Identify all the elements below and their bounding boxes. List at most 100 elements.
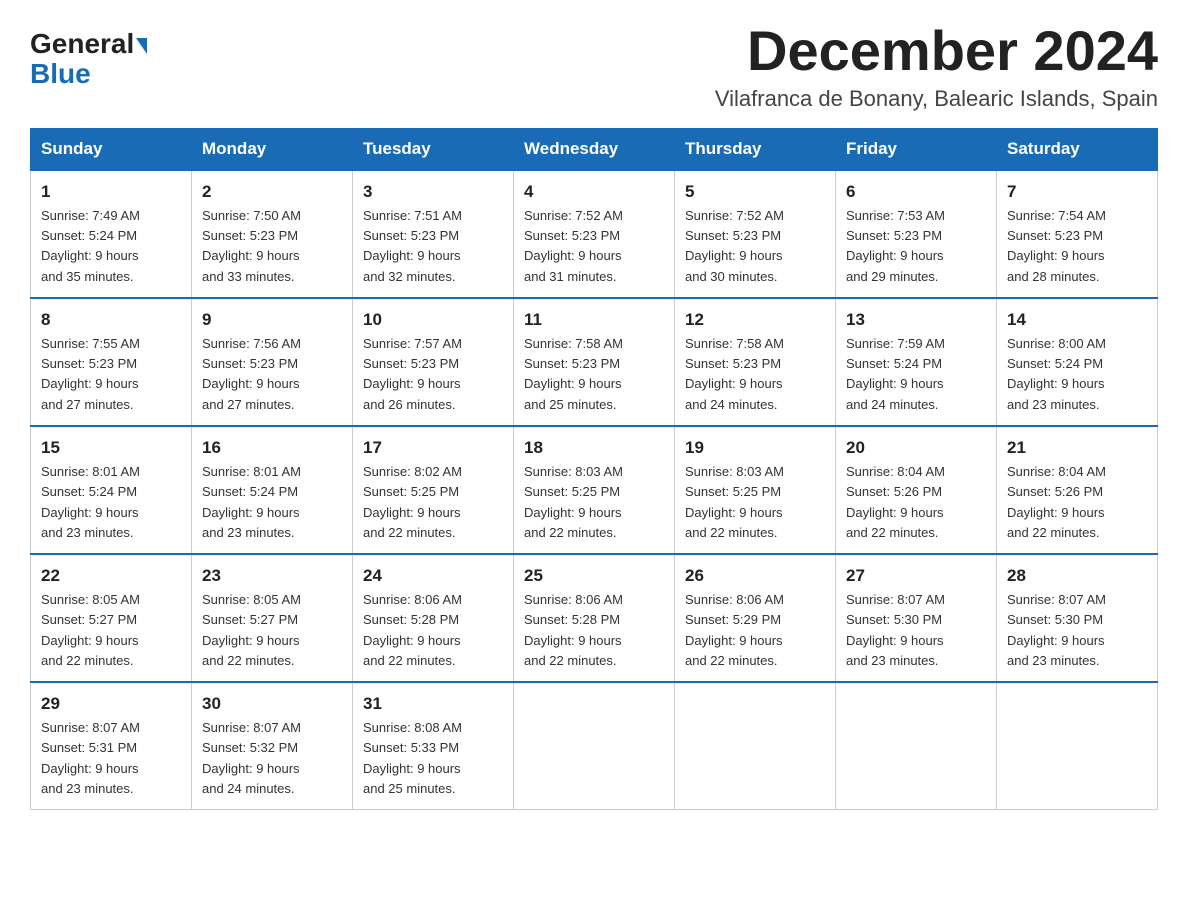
day-info: Sunrise: 8:07 AM Sunset: 5:30 PM Dayligh… [846,590,986,671]
day-info: Sunrise: 7:56 AM Sunset: 5:23 PM Dayligh… [202,334,342,415]
day-info: Sunrise: 8:06 AM Sunset: 5:28 PM Dayligh… [363,590,503,671]
calendar-cell: 30 Sunrise: 8:07 AM Sunset: 5:32 PM Dayl… [192,682,353,810]
day-number: 1 [41,179,181,205]
calendar-cell: 14 Sunrise: 8:00 AM Sunset: 5:24 PM Dayl… [997,298,1158,426]
calendar-cell: 25 Sunrise: 8:06 AM Sunset: 5:28 PM Dayl… [514,554,675,682]
day-info: Sunrise: 7:54 AM Sunset: 5:23 PM Dayligh… [1007,206,1147,287]
calendar-cell: 4 Sunrise: 7:52 AM Sunset: 5:23 PM Dayli… [514,170,675,298]
day-number: 31 [363,691,503,717]
day-info: Sunrise: 7:58 AM Sunset: 5:23 PM Dayligh… [524,334,664,415]
calendar-cell: 21 Sunrise: 8:04 AM Sunset: 5:26 PM Dayl… [997,426,1158,554]
calendar-cell: 1 Sunrise: 7:49 AM Sunset: 5:24 PM Dayli… [31,170,192,298]
day-info: Sunrise: 8:05 AM Sunset: 5:27 PM Dayligh… [202,590,342,671]
calendar-cell: 3 Sunrise: 7:51 AM Sunset: 5:23 PM Dayli… [353,170,514,298]
calendar-cell: 6 Sunrise: 7:53 AM Sunset: 5:23 PM Dayli… [836,170,997,298]
day-number: 16 [202,435,342,461]
calendar-cell: 22 Sunrise: 8:05 AM Sunset: 5:27 PM Dayl… [31,554,192,682]
weekday-header-wednesday: Wednesday [514,128,675,170]
day-info: Sunrise: 8:01 AM Sunset: 5:24 PM Dayligh… [202,462,342,543]
day-info: Sunrise: 7:51 AM Sunset: 5:23 PM Dayligh… [363,206,503,287]
logo-blue: Blue [30,58,91,90]
calendar-cell: 10 Sunrise: 7:57 AM Sunset: 5:23 PM Dayl… [353,298,514,426]
page-header: General Blue December 2024 Vilafranca de… [30,20,1158,112]
calendar-cell [514,682,675,810]
week-row-1: 1 Sunrise: 7:49 AM Sunset: 5:24 PM Dayli… [31,170,1158,298]
calendar-cell: 2 Sunrise: 7:50 AM Sunset: 5:23 PM Dayli… [192,170,353,298]
calendar-cell: 18 Sunrise: 8:03 AM Sunset: 5:25 PM Dayl… [514,426,675,554]
weekday-header-friday: Friday [836,128,997,170]
calendar-cell: 7 Sunrise: 7:54 AM Sunset: 5:23 PM Dayli… [997,170,1158,298]
title-section: December 2024 Vilafranca de Bonany, Bale… [715,20,1158,112]
weekday-header-saturday: Saturday [997,128,1158,170]
calendar-cell: 20 Sunrise: 8:04 AM Sunset: 5:26 PM Dayl… [836,426,997,554]
day-number: 29 [41,691,181,717]
calendar-cell: 5 Sunrise: 7:52 AM Sunset: 5:23 PM Dayli… [675,170,836,298]
calendar-cell [675,682,836,810]
week-row-3: 15 Sunrise: 8:01 AM Sunset: 5:24 PM Dayl… [31,426,1158,554]
week-row-2: 8 Sunrise: 7:55 AM Sunset: 5:23 PM Dayli… [31,298,1158,426]
calendar-cell: 27 Sunrise: 8:07 AM Sunset: 5:30 PM Dayl… [836,554,997,682]
week-row-4: 22 Sunrise: 8:05 AM Sunset: 5:27 PM Dayl… [31,554,1158,682]
logo: General Blue [30,20,147,90]
day-info: Sunrise: 7:59 AM Sunset: 5:24 PM Dayligh… [846,334,986,415]
weekday-header-tuesday: Tuesday [353,128,514,170]
day-number: 18 [524,435,664,461]
calendar-cell: 9 Sunrise: 7:56 AM Sunset: 5:23 PM Dayli… [192,298,353,426]
day-info: Sunrise: 7:49 AM Sunset: 5:24 PM Dayligh… [41,206,181,287]
day-number: 21 [1007,435,1147,461]
day-info: Sunrise: 8:06 AM Sunset: 5:28 PM Dayligh… [524,590,664,671]
day-info: Sunrise: 7:55 AM Sunset: 5:23 PM Dayligh… [41,334,181,415]
calendar-cell: 17 Sunrise: 8:02 AM Sunset: 5:25 PM Dayl… [353,426,514,554]
day-number: 3 [363,179,503,205]
day-info: Sunrise: 7:53 AM Sunset: 5:23 PM Dayligh… [846,206,986,287]
calendar-cell: 19 Sunrise: 8:03 AM Sunset: 5:25 PM Dayl… [675,426,836,554]
calendar-cell: 13 Sunrise: 7:59 AM Sunset: 5:24 PM Dayl… [836,298,997,426]
day-info: Sunrise: 8:06 AM Sunset: 5:29 PM Dayligh… [685,590,825,671]
day-info: Sunrise: 8:02 AM Sunset: 5:25 PM Dayligh… [363,462,503,543]
weekday-header-monday: Monday [192,128,353,170]
calendar-cell: 28 Sunrise: 8:07 AM Sunset: 5:30 PM Dayl… [997,554,1158,682]
calendar-cell [997,682,1158,810]
day-number: 28 [1007,563,1147,589]
day-number: 20 [846,435,986,461]
day-number: 8 [41,307,181,333]
day-number: 9 [202,307,342,333]
day-number: 6 [846,179,986,205]
day-number: 25 [524,563,664,589]
location-title: Vilafranca de Bonany, Balearic Islands, … [715,86,1158,112]
calendar-cell: 15 Sunrise: 8:01 AM Sunset: 5:24 PM Dayl… [31,426,192,554]
logo-general: General [30,30,147,58]
calendar-cell: 12 Sunrise: 7:58 AM Sunset: 5:23 PM Dayl… [675,298,836,426]
day-number: 14 [1007,307,1147,333]
day-info: Sunrise: 8:08 AM Sunset: 5:33 PM Dayligh… [363,718,503,799]
day-info: Sunrise: 7:58 AM Sunset: 5:23 PM Dayligh… [685,334,825,415]
calendar-cell: 31 Sunrise: 8:08 AM Sunset: 5:33 PM Dayl… [353,682,514,810]
day-number: 13 [846,307,986,333]
day-info: Sunrise: 7:50 AM Sunset: 5:23 PM Dayligh… [202,206,342,287]
day-number: 19 [685,435,825,461]
day-info: Sunrise: 8:01 AM Sunset: 5:24 PM Dayligh… [41,462,181,543]
day-number: 24 [363,563,503,589]
calendar-cell: 16 Sunrise: 8:01 AM Sunset: 5:24 PM Dayl… [192,426,353,554]
day-number: 23 [202,563,342,589]
day-info: Sunrise: 7:52 AM Sunset: 5:23 PM Dayligh… [685,206,825,287]
day-number: 27 [846,563,986,589]
day-number: 30 [202,691,342,717]
calendar-table: SundayMondayTuesdayWednesdayThursdayFrid… [30,128,1158,810]
day-number: 5 [685,179,825,205]
day-number: 10 [363,307,503,333]
calendar-cell: 8 Sunrise: 7:55 AM Sunset: 5:23 PM Dayli… [31,298,192,426]
week-row-5: 29 Sunrise: 8:07 AM Sunset: 5:31 PM Dayl… [31,682,1158,810]
calendar-cell: 24 Sunrise: 8:06 AM Sunset: 5:28 PM Dayl… [353,554,514,682]
calendar-cell: 26 Sunrise: 8:06 AM Sunset: 5:29 PM Dayl… [675,554,836,682]
calendar-header-row: SundayMondayTuesdayWednesdayThursdayFrid… [31,128,1158,170]
calendar-cell: 23 Sunrise: 8:05 AM Sunset: 5:27 PM Dayl… [192,554,353,682]
day-info: Sunrise: 8:07 AM Sunset: 5:30 PM Dayligh… [1007,590,1147,671]
day-number: 2 [202,179,342,205]
day-number: 17 [363,435,503,461]
day-info: Sunrise: 8:00 AM Sunset: 5:24 PM Dayligh… [1007,334,1147,415]
calendar-cell [836,682,997,810]
day-info: Sunrise: 8:04 AM Sunset: 5:26 PM Dayligh… [1007,462,1147,543]
calendar-cell: 11 Sunrise: 7:58 AM Sunset: 5:23 PM Dayl… [514,298,675,426]
calendar-cell: 29 Sunrise: 8:07 AM Sunset: 5:31 PM Dayl… [31,682,192,810]
